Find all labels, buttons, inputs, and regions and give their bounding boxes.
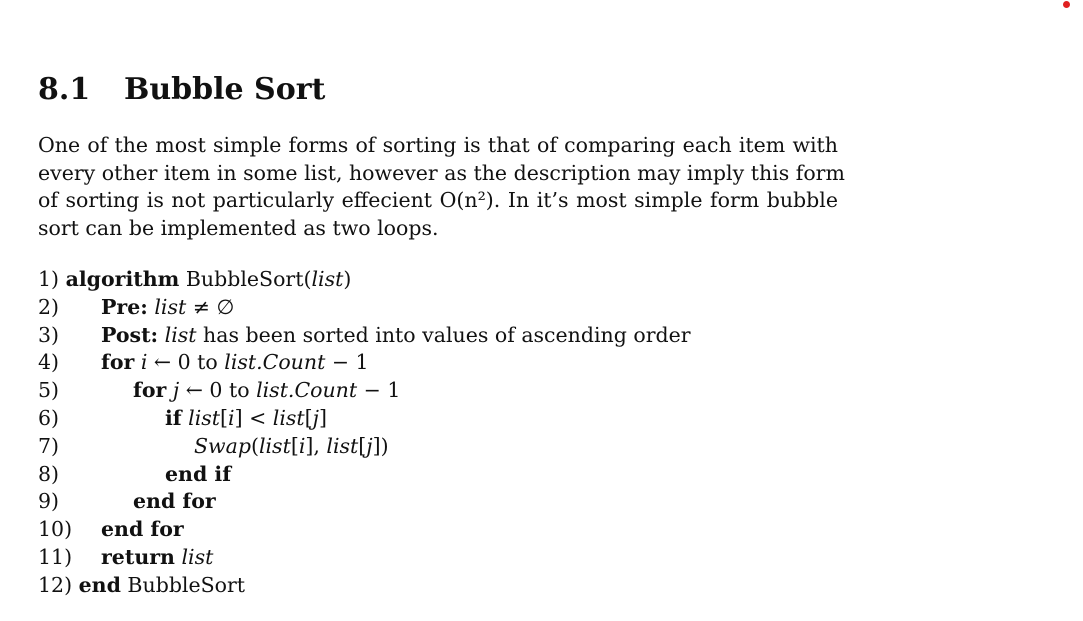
algorithm-line: 5) for j ← 0 to list.Count − 1 <box>38 377 400 405</box>
line-number: 1) <box>38 267 60 291</box>
identifier: list <box>311 267 344 291</box>
code-text: ]) <box>372 433 389 458</box>
code-text: ( <box>250 433 259 458</box>
code-text: ] < <box>234 405 273 430</box>
line-number: 10) <box>38 517 73 542</box>
line-number: 7) <box>38 433 60 458</box>
paragraph-line: One of the most simple forms of sorting … <box>38 133 838 157</box>
keyword: if <box>165 405 182 430</box>
algorithm-code: algorithm BubbleSort(list) <box>59 267 352 291</box>
keyword: end if <box>165 461 232 486</box>
line-number: 4) <box>38 350 60 375</box>
code-text: has been sorted into values of ascending… <box>196 322 691 347</box>
keyword: algorithm <box>65 267 180 291</box>
code-text: − 1 <box>357 378 401 403</box>
code-text: ] <box>319 405 328 430</box>
algorithm-code: Pre: list ≠ ∅ <box>101 294 234 322</box>
algorithm-line: 8) end if <box>38 461 351 489</box>
line-number: 2) <box>38 294 60 319</box>
algorithm-code: return list <box>101 544 213 572</box>
body-paragraph: One of the most simple forms of sorting … <box>38 132 845 242</box>
algorithm-line: 6) if list[i] < list[j] <box>38 405 351 433</box>
algorithm-line: 12) end BubbleSort <box>38 572 351 600</box>
line-number: 6) <box>38 405 60 430</box>
algorithm-code: Swap(list[i], list[j]) <box>194 433 389 461</box>
identifier: list.Count <box>224 350 326 375</box>
algorithm-code: end for <box>133 488 216 516</box>
algorithm-line: 9) end for <box>38 488 351 516</box>
algorithm-code: Post: list has been sorted into values o… <box>101 322 691 350</box>
code-text: ], <box>305 433 327 458</box>
algorithm-line: 11) return list <box>38 544 351 572</box>
algorithm-line: 1) algorithm BubbleSort(list) <box>38 266 351 294</box>
algorithm-line: 2) Pre: list ≠ ∅ <box>38 294 351 322</box>
line-number: 9) <box>38 489 60 514</box>
algorithm-code: if list[i] < list[j] <box>165 405 327 433</box>
keyword: end for <box>101 517 184 542</box>
identifier: list <box>181 544 214 569</box>
section-title: Bubble Sort <box>124 72 326 107</box>
code-text: ← 0 to <box>179 378 257 403</box>
keyword: for <box>133 378 167 403</box>
identifier: list.Count <box>256 378 358 403</box>
red-dot-marker <box>1063 1 1070 8</box>
algorithm-code: for j ← 0 to list.Count − 1 <box>133 377 400 405</box>
algorithm-code: end for <box>101 516 184 544</box>
section-heading: 8.1 Bubble Sort <box>38 72 325 107</box>
paragraph-line: every other item in some list, however a… <box>38 160 845 185</box>
code-text: BubbleSort <box>120 572 246 597</box>
keyword: end <box>78 572 121 597</box>
identifier: list <box>154 294 187 319</box>
keyword: for <box>101 350 135 375</box>
line-number: 8) <box>38 461 60 486</box>
line-number: 11) <box>38 544 73 569</box>
identifier: Swap <box>194 433 251 458</box>
keyword: Post: <box>101 322 159 347</box>
code-text: ← 0 to <box>147 350 225 375</box>
paragraph-line: sort can be implemented as two loops. <box>38 215 439 240</box>
code-text: [ <box>304 405 313 430</box>
identifier: list <box>188 405 221 430</box>
code-text: ) <box>343 267 352 291</box>
algorithm-code: end BubbleSort <box>72 573 245 597</box>
line-number: 3) <box>38 322 60 347</box>
identifier: list <box>258 433 291 458</box>
keyword: return <box>101 544 175 569</box>
algorithm-code: for i ← 0 to list.Count − 1 <box>101 349 369 377</box>
algorithm-listing: 1) algorithm BubbleSort(list) 2) Pre: list… <box>38 266 691 600</box>
identifier: list <box>272 405 305 430</box>
code-text: − 1 <box>325 350 369 375</box>
identifier: list <box>326 433 359 458</box>
keyword: Pre: <box>101 294 148 319</box>
code-text: [ <box>290 433 299 458</box>
paragraph-line: of sorting is not particularly effecient… <box>38 188 838 213</box>
algorithm-line: 3) Post: list has been sorted into values… <box>38 322 691 350</box>
code-text: BubbleSort( <box>179 267 312 291</box>
identifier: list <box>164 322 197 347</box>
code-text: ≠ ∅ <box>186 294 235 319</box>
code-text: [ <box>220 405 229 430</box>
keyword: end for <box>133 489 216 514</box>
section-number: 8.1 <box>38 72 91 107</box>
algorithm-line: 4) for i ← 0 to list.Count − 1 <box>38 349 369 377</box>
algorithm-line: 7) Swap(list[i], list[j]) <box>38 433 389 461</box>
algorithm-line: 10) end for <box>38 516 351 544</box>
line-number: 12) <box>38 572 73 597</box>
algorithm-code: end if <box>165 461 231 489</box>
line-number: 5) <box>38 378 60 403</box>
